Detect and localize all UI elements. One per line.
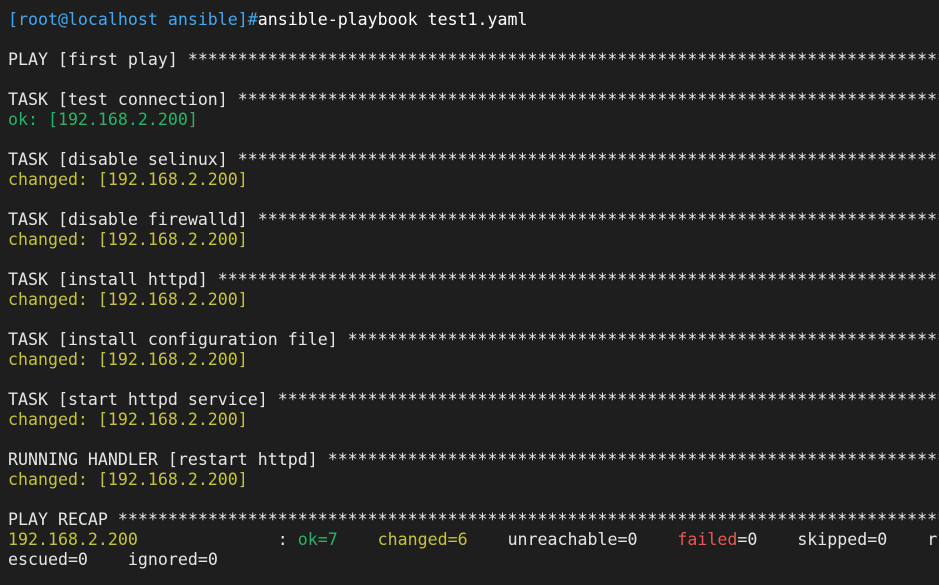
recap-separator: : — [137, 530, 298, 549]
recap-gap — [757, 530, 797, 549]
play-header-text: PLAY [first play] — [8, 50, 188, 69]
stars-separator: ****************************************… — [277, 390, 939, 409]
task-status: ok: [192.168.2.200] — [8, 110, 939, 130]
stars-separator: ****************************************… — [347, 330, 939, 349]
recap-host: 192.168.2.200 — [8, 530, 138, 549]
recap-skipped: skipped=0 — [797, 530, 888, 549]
task-status-text: ok: [192.168.2.200] — [8, 110, 198, 129]
task-header: TASK [install configuration file] ******… — [8, 330, 939, 350]
recap-gap — [338, 530, 378, 549]
task-list: TASK [test connection] *****************… — [8, 70, 939, 490]
recap-header-text: PLAY RECAP — [8, 510, 118, 529]
stars-separator: ****************************************… — [117, 510, 939, 529]
task-status-text: changed: [192.168.2.200] — [8, 230, 248, 249]
task-header-text: TASK [test connection] — [8, 90, 238, 109]
recap-gap — [887, 530, 927, 549]
recap-failed-value: =0 — [737, 530, 758, 549]
recap-rescued-tail: escued=0 — [8, 550, 88, 569]
recap-failed-label: failed — [677, 530, 738, 549]
task-header-text: RUNNING HANDLER [restart httpd] — [8, 450, 328, 469]
task-status: changed: [192.168.2.200] — [8, 470, 939, 490]
task-status: changed: [192.168.2.200] — [8, 290, 939, 310]
recap-unreachable: unreachable=0 — [507, 530, 638, 549]
recap-wrap-line: escued=0 ignored=0 — [8, 550, 939, 570]
task-header-text: TASK [disable selinux] — [8, 150, 238, 169]
recap-line: 192.168.2.200 : ok=7 changed=6 unreachab… — [8, 530, 939, 550]
play-header: PLAY [first play] **********************… — [8, 50, 939, 70]
stars-separator: ****************************************… — [237, 90, 939, 109]
task-status: changed: [192.168.2.200] — [8, 410, 939, 430]
task-header: TASK [disable firewalld] ***************… — [8, 210, 939, 230]
recap-gap — [88, 550, 128, 569]
task-header-text: TASK [start httpd service] — [8, 390, 278, 409]
task-status: changed: [192.168.2.200] — [8, 230, 939, 250]
stars-separator: ****************************************… — [217, 270, 939, 289]
recap-header: PLAY RECAP *****************************… — [8, 510, 939, 530]
task-header: RUNNING HANDLER [restart httpd] ********… — [8, 450, 939, 470]
task-header: TASK [test connection] *****************… — [8, 90, 939, 110]
recap-gap — [637, 530, 677, 549]
recap-ok: ok=7 — [297, 530, 338, 549]
stars-separator: ****************************************… — [237, 150, 939, 169]
stars-separator: ****************************************… — [187, 50, 939, 69]
task-status-text: changed: [192.168.2.200] — [8, 170, 248, 189]
task-status-text: changed: [192.168.2.200] — [8, 290, 248, 309]
task-status: changed: [192.168.2.200] — [8, 170, 939, 190]
task-header: TASK [disable selinux] *****************… — [8, 150, 939, 170]
recap-ignored: ignored=0 — [127, 550, 218, 569]
stars-separator: ****************************************… — [327, 450, 939, 469]
task-header-text: TASK [disable firewalld] — [8, 210, 258, 229]
task-status-text: changed: [192.168.2.200] — [8, 350, 248, 369]
shell-prompt: [root@localhost ansible]# — [8, 10, 258, 29]
command-text: ansible-playbook test1.yaml — [257, 10, 528, 29]
task-status-text: changed: [192.168.2.200] — [8, 410, 248, 429]
task-status-text: changed: [192.168.2.200] — [8, 470, 248, 489]
command-line: [root@localhost ansible]#ansible-playboo… — [8, 10, 939, 30]
recap-gap — [468, 530, 508, 549]
task-header: TASK [start httpd service] *************… — [8, 390, 939, 410]
task-header: TASK [install httpd] *******************… — [8, 270, 939, 290]
stars-separator: ****************************************… — [257, 210, 939, 229]
recap-rescued-head: r — [927, 530, 938, 549]
task-status: changed: [192.168.2.200] — [8, 350, 939, 370]
terminal-window[interactable]: [root@localhost ansible]#ansible-playboo… — [0, 0, 939, 585]
recap-changed: changed=6 — [377, 530, 468, 549]
task-header-text: TASK [install httpd] — [8, 270, 218, 289]
task-header-text: TASK [install configuration file] — [8, 330, 348, 349]
